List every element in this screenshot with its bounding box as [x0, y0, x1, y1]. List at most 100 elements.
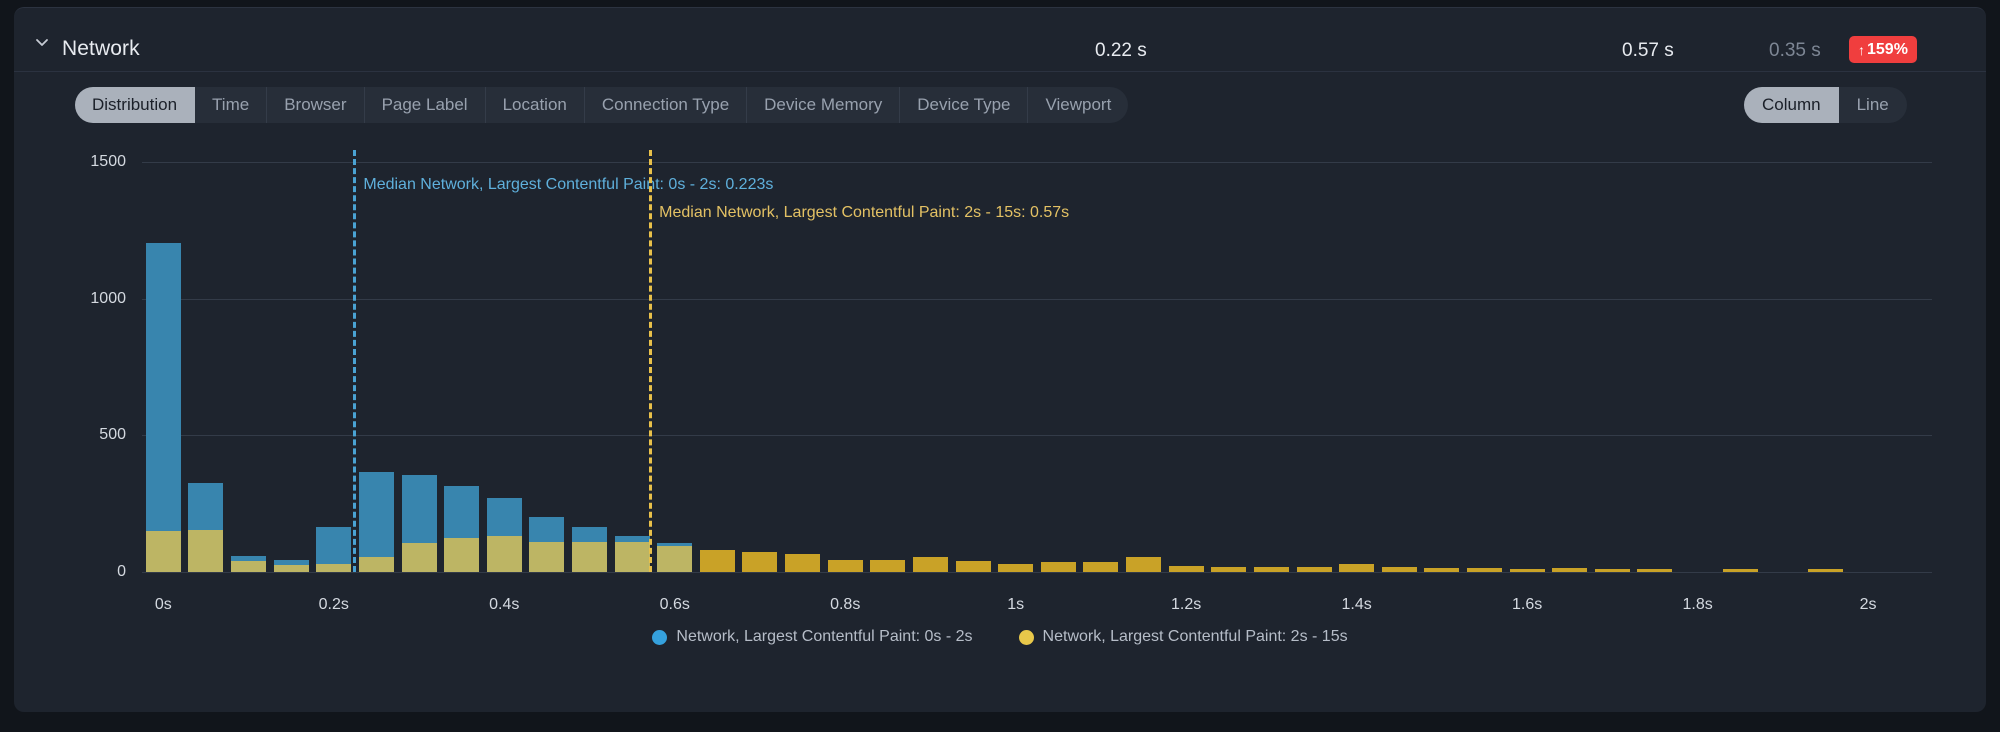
bar-segment-2s-15s[interactable]: [1424, 567, 1459, 572]
chart-legend: Network, Largest Contentful Paint: 0s - …: [14, 628, 1986, 646]
median-lcp-2s-15s-label: Median Network, Largest Contentful Paint…: [659, 204, 1070, 221]
network-metric-card: Network 0.22 s 0.57 s 0.35 s ↑ 159% Dist…: [14, 7, 1986, 712]
bar-segment-0s-2s[interactable]: [231, 555, 266, 562]
page-title: Network: [62, 37, 140, 60]
bar-segment-2s-15s[interactable]: [1595, 569, 1630, 572]
bar-segment-0s-2s[interactable]: [274, 560, 309, 566]
tab-time[interactable]: Time: [195, 87, 268, 123]
bar-segment-0s-2s[interactable]: [487, 498, 522, 537]
legend-color-dot: [652, 629, 668, 645]
chart-mode-toggle: Column Line: [1744, 87, 1907, 123]
tab-viewport[interactable]: Viewport: [1028, 87, 1128, 123]
bar-segment-0s-2s[interactable]: [188, 483, 223, 530]
x-axis-label: 0.6s: [659, 596, 690, 613]
metric-right: 0.57 s: [1622, 40, 1674, 61]
tab-browser[interactable]: Browser: [267, 87, 365, 123]
tab-distribution[interactable]: Distribution: [75, 87, 196, 123]
bar-segment-2s-15s[interactable]: [1339, 563, 1374, 572]
gridline: [142, 298, 1932, 300]
badge-value: 159%: [1867, 40, 1908, 58]
bar-segment-2s-15s[interactable]: [1083, 562, 1118, 572]
tab-device-type[interactable]: Device Type: [900, 87, 1029, 123]
bar-segment-2s-15s[interactable]: [188, 529, 223, 572]
median-lcp-0s-2s-line: [353, 150, 357, 572]
card-header: Network 0.22 s 0.57 s 0.35 s ↑ 159%: [14, 8, 1986, 72]
bar-segment-0s-2s[interactable]: [572, 526, 607, 542]
bar-segment-2s-15s[interactable]: [1637, 569, 1672, 572]
bar-segment-0s-2s[interactable]: [402, 474, 437, 544]
bar-segment-2s-15s[interactable]: [913, 556, 948, 572]
y-axis-label: 500: [99, 426, 126, 444]
bar-segment-0s-2s[interactable]: [529, 517, 564, 542]
bar-segment-2s-15s[interactable]: [1041, 562, 1076, 572]
bar-segment-2s-15s[interactable]: [444, 537, 479, 572]
bar-segment-2s-15s[interactable]: [231, 561, 266, 572]
distribution-chart: 0 500 1000 1500 0s 0.2s 0.4s 0.6s 0.8s 1s 1.2s 1.4s…: [14, 134, 1986, 664]
metric-muted: 0.35 s: [1769, 40, 1821, 61]
legend-item[interactable]: Network, Largest Contentful Paint: 0s - …: [652, 628, 973, 646]
x-axis-label: 1.2s: [1171, 596, 1202, 613]
legend-label: Network, Largest Contentful Paint: 0s - …: [676, 628, 973, 645]
legend-item[interactable]: Network, Largest Contentful Paint: 2s - …: [1018, 628, 1348, 646]
bar-segment-2s-15s[interactable]: [870, 559, 905, 572]
bar-segment-2s-15s[interactable]: [1126, 556, 1161, 572]
bar-segment-2s-15s[interactable]: [572, 541, 607, 572]
bar-segment-2s-15s[interactable]: [1552, 567, 1587, 572]
gridline: [142, 435, 1932, 437]
chart-mode-line[interactable]: Line: [1839, 87, 1907, 123]
bar-segment-2s-15s[interactable]: [615, 541, 650, 572]
bar-segment-0s-2s[interactable]: [316, 526, 351, 564]
x-axis-label: 0.8s: [830, 596, 861, 613]
bar-segment-2s-15s[interactable]: [742, 551, 777, 572]
bar-segment-2s-15s[interactable]: [956, 561, 991, 572]
x-axis-label: 1s: [1007, 596, 1025, 613]
bar-segment-2s-15s[interactable]: [316, 563, 351, 572]
bar-segment-2s-15s[interactable]: [1254, 566, 1289, 572]
bar-segment-2s-15s[interactable]: [1169, 566, 1204, 572]
x-axis-label: 1.8s: [1682, 596, 1713, 613]
arrow-up-icon: ↑: [1858, 41, 1865, 58]
bar-segment-2s-15s[interactable]: [657, 546, 692, 572]
bar-segment-2s-15s[interactable]: [828, 559, 863, 572]
bar-segment-2s-15s[interactable]: [998, 563, 1033, 572]
bar-segment-0s-2s[interactable]: [444, 485, 479, 538]
tab-page-label[interactable]: Page Label: [365, 87, 486, 123]
bar-segment-2s-15s[interactable]: [1211, 566, 1246, 572]
bar-segment-2s-15s[interactable]: [1808, 569, 1843, 572]
median-lcp-0s-2s-label: Median Network, Largest Contentful Paint…: [363, 176, 774, 193]
bar-segment-2s-15s[interactable]: [1723, 569, 1758, 572]
bar-segment-0s-2s[interactable]: [359, 472, 394, 557]
metric-center: 0.22 s: [1095, 40, 1147, 61]
bar-segment-0s-2s[interactable]: [657, 543, 692, 547]
bar-segment-2s-15s[interactable]: [359, 556, 394, 572]
x-axis-label: 0s: [154, 596, 172, 613]
gridline: [142, 572, 1932, 573]
bar-segment-2s-15s[interactable]: [1382, 567, 1417, 572]
tab-device-memory[interactable]: Device Memory: [747, 87, 901, 123]
bar-segment-0s-2s[interactable]: [615, 536, 650, 542]
bar-segment-2s-15s[interactable]: [274, 565, 309, 572]
gridline: [142, 162, 1932, 163]
tab-bar: Distribution Time Browser Page Label Locatio…: [14, 72, 1986, 134]
bar-segment-2s-15s[interactable]: [1297, 566, 1332, 572]
tab-connection-type[interactable]: Connection Type: [585, 87, 748, 123]
x-axis-label: 0.2s: [318, 596, 349, 613]
legend-label: Network, Largest Contentful Paint: 2s - …: [1042, 628, 1348, 645]
status-badge: ↑ 159%: [1849, 36, 1917, 63]
x-axis-label: 1.4s: [1341, 596, 1372, 613]
y-axis-label: 1000: [90, 289, 126, 307]
bar-segment-2s-15s[interactable]: [1510, 568, 1545, 572]
bar-segment-2s-15s[interactable]: [700, 550, 735, 572]
tab-location[interactable]: Location: [486, 87, 585, 123]
bar-segment-2s-15s[interactable]: [529, 541, 564, 572]
chart-mode-column[interactable]: Column: [1744, 87, 1839, 123]
x-axis-label: 2s: [1859, 596, 1877, 613]
bar-segment-0s-2s[interactable]: [146, 242, 181, 531]
chevron-down-icon[interactable]: [34, 34, 50, 50]
bar-segment-2s-15s[interactable]: [402, 543, 437, 572]
bar-segment-2s-15s[interactable]: [146, 531, 181, 572]
bar-segment-2s-15s[interactable]: [1467, 567, 1502, 572]
bar-segment-2s-15s[interactable]: [487, 536, 522, 572]
bar-segment-2s-15s[interactable]: [785, 554, 820, 572]
dimension-tabs: Distribution Time Browser Page Label Locatio…: [75, 87, 1129, 123]
